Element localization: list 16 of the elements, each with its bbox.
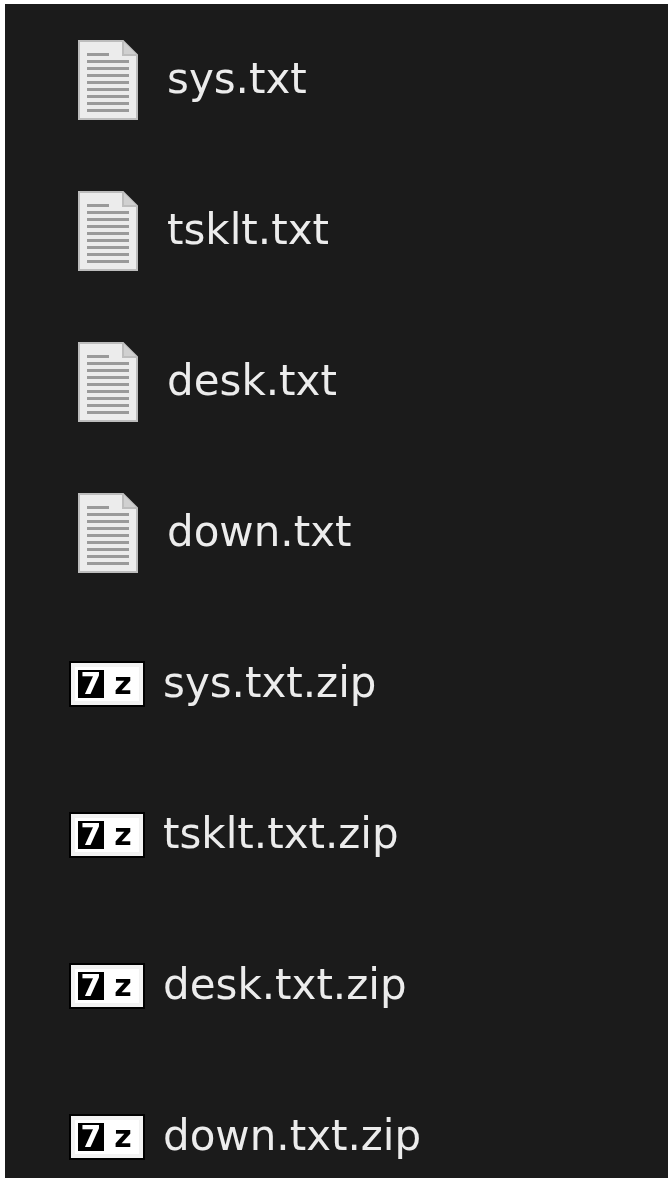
document-icon xyxy=(77,340,139,423)
file-name[interactable]: tsklt.txt xyxy=(167,205,329,256)
file-name[interactable]: tsklt.txt.zip xyxy=(163,809,399,860)
document-icon xyxy=(77,189,139,272)
file-name[interactable]: down.txt.zip xyxy=(163,1111,422,1162)
file-name[interactable]: sys.txt xyxy=(167,54,307,105)
archive-icon: 7 z xyxy=(71,964,143,1007)
document-icon xyxy=(77,38,139,121)
file-name[interactable]: down.txt xyxy=(167,507,352,558)
file-name[interactable]: desk.txt.zip xyxy=(163,960,407,1011)
archive-icon: 7 z xyxy=(71,813,143,856)
document-icon xyxy=(77,491,139,574)
file-name[interactable]: sys.txt.zip xyxy=(163,658,377,709)
archive-icon: 7 z xyxy=(71,1115,143,1158)
file-name[interactable]: desk.txt xyxy=(167,356,337,407)
archive-icon: 7 z xyxy=(71,662,143,705)
